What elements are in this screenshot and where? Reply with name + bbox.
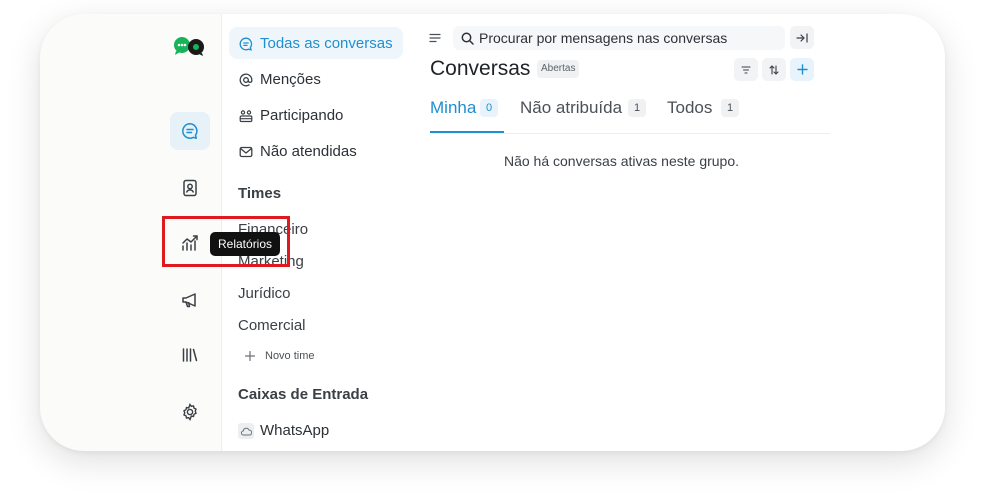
team-item-juridico[interactable]: Jurídico — [238, 285, 291, 302]
library-icon[interactable] — [179, 344, 201, 366]
toggle-panel-button[interactable] — [790, 26, 814, 49]
tab-nao-atribuida[interactable]: Não atribuída — [520, 98, 622, 118]
menu-icon[interactable] — [428, 31, 442, 45]
team-item-comercial[interactable]: Comercial — [238, 317, 306, 334]
tab-minha[interactable]: Minha — [430, 98, 476, 118]
inbox-item-whatsapp[interactable]: WhatsApp — [260, 422, 329, 439]
new-team-button[interactable]: Novo time — [265, 350, 315, 362]
participating-icon — [238, 108, 254, 124]
reports-tooltip: Relatórios — [210, 232, 281, 256]
search-box[interactable] — [453, 26, 785, 50]
tab-minha-count: 0 — [480, 99, 498, 117]
search-icon — [460, 31, 474, 45]
search-input[interactable] — [479, 26, 779, 50]
campaigns-icon[interactable] — [179, 289, 201, 311]
panel-toggle-icon — [796, 32, 808, 43]
tab-nao-atribuida-count: 1 — [628, 99, 646, 117]
tab-todos[interactable]: Todos — [667, 98, 712, 118]
app-window: Todas as conversas Menções Participando … — [40, 14, 945, 451]
active-tab-indicator — [430, 131, 504, 133]
mail-icon — [238, 144, 254, 160]
conversations-icon[interactable] — [178, 120, 202, 142]
tab-todos-count: 1 — [721, 99, 739, 117]
sort-button[interactable] — [762, 58, 786, 81]
inboxes-title: Caixas de Entrada — [238, 386, 369, 403]
nav-all-conversations[interactable]: Todas as conversas — [260, 35, 393, 52]
status-badge[interactable]: Abertas — [537, 60, 580, 78]
settings-icon[interactable] — [179, 401, 201, 423]
inbox-icon — [238, 423, 254, 439]
sort-icon — [768, 64, 780, 76]
nav-unattended[interactable]: Não atendidas — [260, 143, 357, 160]
new-conversation-button[interactable] — [790, 58, 814, 81]
tabs-divider — [430, 133, 830, 134]
teams-title: Times — [238, 185, 282, 202]
contacts-icon[interactable] — [179, 177, 201, 199]
filter-button[interactable] — [734, 58, 758, 81]
at-icon — [238, 72, 254, 88]
filter-icon — [741, 65, 751, 74]
plus-icon — [796, 64, 808, 75]
nav-mentions[interactable]: Menções — [260, 71, 321, 88]
chat-icon — [238, 36, 254, 52]
app-logo — [172, 36, 206, 56]
empty-state-message: Não há conversas ativas neste grupo. — [503, 153, 740, 169]
page-title: Conversas — [430, 57, 531, 80]
plus-icon — [243, 349, 257, 363]
nav-participating[interactable]: Participando — [260, 107, 343, 124]
